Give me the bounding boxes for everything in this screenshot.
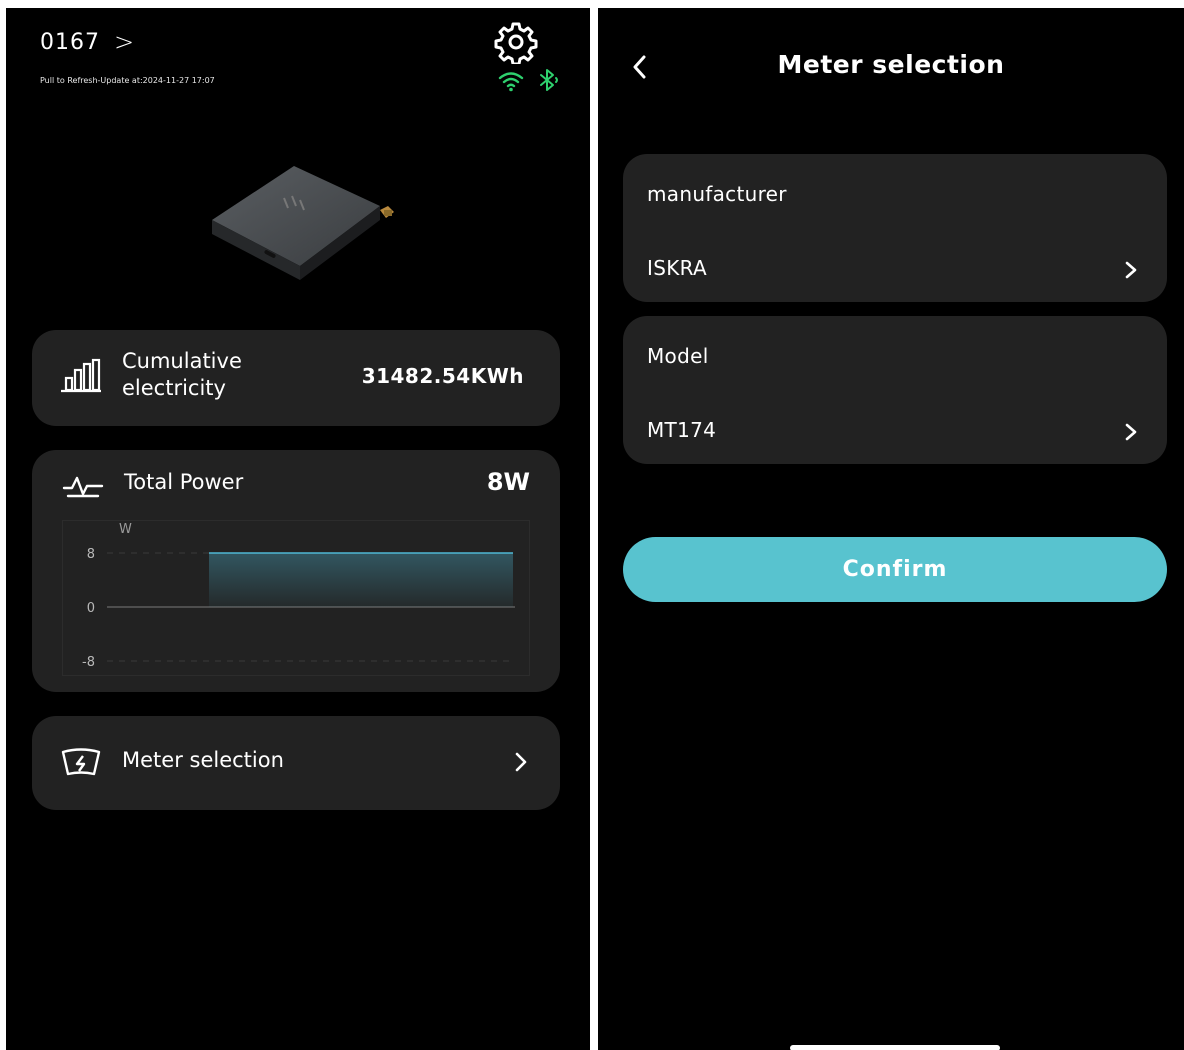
device-dashboard-screen: 0167 > Pull to Refresh-Update at:2024-11… (6, 8, 590, 1050)
cumulative-label: Cumulative electricity (122, 349, 242, 400)
y-tick-label: 8 (87, 547, 95, 562)
power-chart-svg: W 8 0 -8 (82, 522, 515, 670)
power-chart: W 8 0 -8 (62, 520, 530, 676)
bar-chart-icon (61, 358, 101, 393)
confirm-button[interactable]: Confirm (623, 537, 1167, 602)
total-power-card: Total Power 8W W 8 0 -8 (32, 450, 560, 692)
gear-icon[interactable] (494, 20, 538, 64)
wifi-icon (498, 72, 524, 92)
pulse-icon (62, 476, 104, 498)
meter-icon (61, 748, 101, 776)
model-selector[interactable]: Model MT174 (623, 316, 1167, 464)
page-title: Meter selection (777, 50, 1005, 79)
total-power-value: 8W (486, 468, 530, 496)
manufacturer-value: ISKRA (647, 256, 707, 280)
chevron-right-icon (515, 752, 527, 772)
home-indicator (790, 1045, 1000, 1050)
device-id: 0167 (40, 29, 100, 55)
y-tick-label: 0 (87, 601, 95, 616)
cumulative-value: 31482.54KWh (361, 364, 524, 388)
manufacturer-selector[interactable]: manufacturer ISKRA (623, 154, 1167, 302)
meter-selection-label: Meter selection (122, 748, 284, 772)
meter-selection-row[interactable]: Meter selection (32, 716, 560, 810)
manufacturer-label: manufacturer (647, 182, 787, 206)
meter-selection-screen: Meter selection manufacturer ISKRA Model… (598, 8, 1184, 1050)
device-image (212, 166, 394, 280)
bluetooth-icon (540, 69, 558, 91)
device-selector[interactable]: 0167 > (40, 28, 135, 56)
chevron-right-icon (1125, 423, 1137, 441)
total-power-label: Total Power (124, 470, 244, 494)
y-axis-unit: W (119, 522, 132, 537)
y-tick-label: -8 (82, 655, 95, 670)
chevron-right-icon (1125, 261, 1137, 279)
series-area (209, 553, 513, 607)
model-value: MT174 (647, 418, 717, 442)
chevron-right-icon: > (114, 28, 136, 56)
refresh-status-text: Pull to Refresh-Update at:2024-11-27 17:… (40, 76, 215, 85)
cumulative-electricity-card: Cumulative electricity 31482.54KWh (32, 330, 560, 426)
model-label: Model (647, 344, 709, 368)
